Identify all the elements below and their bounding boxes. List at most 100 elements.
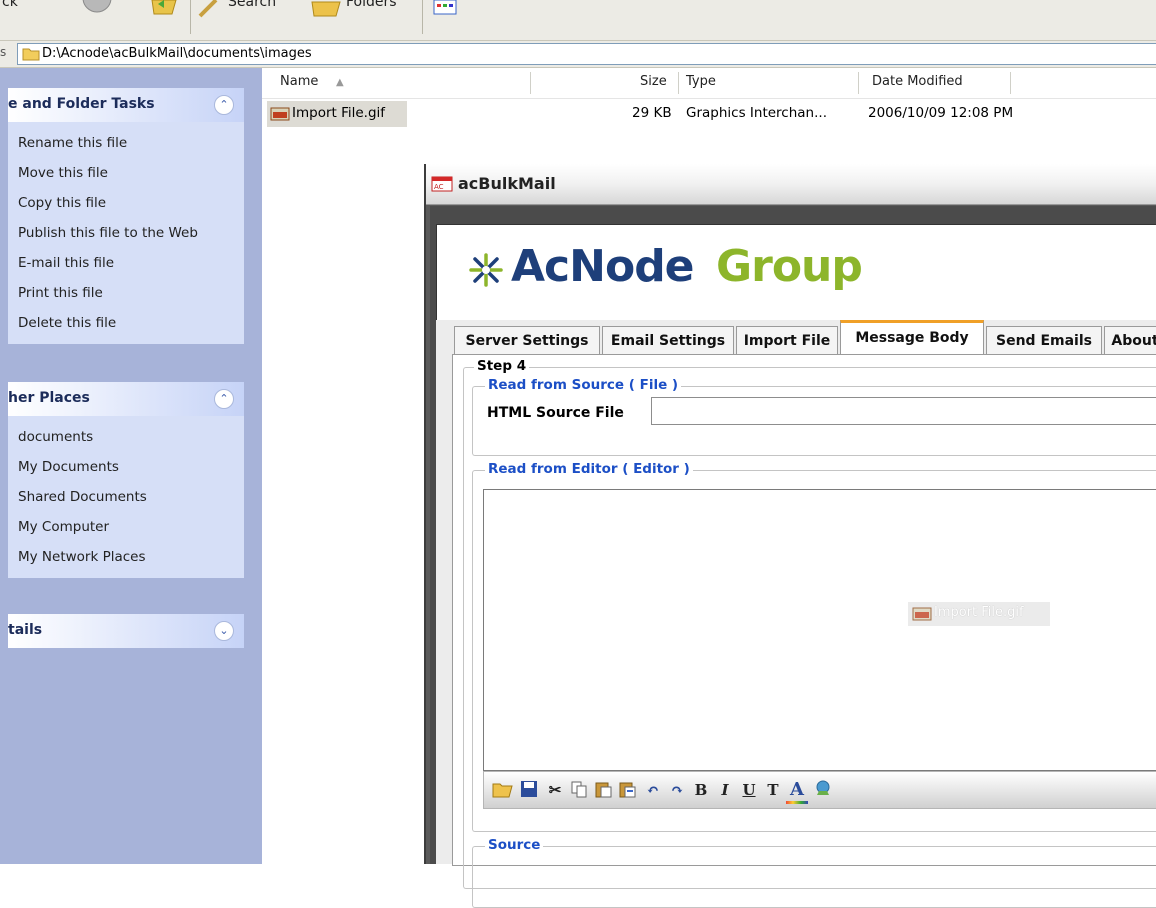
column-type[interactable]: Type	[686, 74, 716, 89]
copy-icon[interactable]	[568, 779, 590, 801]
column-separator[interactable]	[678, 72, 679, 94]
paste-icon[interactable]	[592, 779, 614, 801]
cut-icon[interactable]: ✂	[544, 779, 566, 801]
open-icon[interactable]	[492, 779, 514, 801]
redo-icon[interactable]: ↷	[666, 779, 688, 801]
file-folder-tasks-header[interactable]: e and Folder Tasks ⌃	[8, 88, 244, 122]
tab-email-settings[interactable]: Email Settings	[602, 326, 734, 355]
acnode-logo-icon	[469, 253, 503, 291]
file-name[interactable]: Import File.gif	[292, 105, 385, 121]
undo-icon[interactable]: ↶	[642, 779, 664, 801]
source-file-group: Read from Source ( File ) HTML Source Fi…	[472, 377, 1156, 456]
file-row[interactable]: Import File.gif 29 KB Graphics Interchan…	[262, 100, 1156, 130]
place-my-computer[interactable]: My Computer	[18, 512, 244, 542]
settings-form: Server Settings Email Settings Import Fi…	[436, 320, 1156, 908]
task-copy-file[interactable]: Copy this file	[18, 188, 244, 218]
window-title: acBulkMail	[458, 174, 556, 193]
task-print-file[interactable]: Print this file	[18, 278, 244, 308]
task-email-file[interactable]: E-mail this file	[18, 248, 244, 278]
app-icon: AC	[431, 176, 453, 196]
acbulkmail-window: AC acBulkMail AcNode Group Server Settin…	[424, 164, 1156, 908]
source-group: Source	[472, 837, 1156, 908]
panel-title: her Places	[8, 390, 90, 406]
task-pane: e and Folder Tasks ⌃ Rename this file Mo…	[0, 68, 262, 864]
logo-text-acnode: AcNode	[511, 241, 695, 292]
file-size: 29 KB	[632, 105, 672, 121]
file-date-modified: 2006/10/09 12:08 PM	[868, 105, 1014, 121]
search-button[interactable]: Search	[228, 0, 276, 10]
column-separator[interactable]	[858, 72, 859, 94]
tab-about[interactable]: About	[1104, 326, 1156, 355]
window-content: AcNode Group Server Settings Email Setti…	[430, 206, 1156, 908]
tab-send-emails[interactable]: Send Emails	[986, 326, 1102, 355]
dragged-file-ghost: Import File.gif	[908, 602, 1050, 626]
italic-button[interactable]: I	[714, 779, 736, 801]
gif-file-icon	[270, 107, 290, 125]
address-input[interactable]: D:\Acnode\acBulkMail\documents\images	[17, 43, 1156, 65]
column-size[interactable]: Size	[640, 74, 667, 89]
window-title-bar[interactable]: AC acBulkMail	[426, 164, 1156, 205]
html-source-input[interactable]	[651, 397, 1156, 425]
column-separator[interactable]	[530, 72, 531, 94]
html-editor-area[interactable]: Import File.gif	[483, 489, 1156, 771]
bold-button[interactable]: B	[690, 779, 712, 801]
insert-link-icon[interactable]	[812, 779, 834, 801]
details-header[interactable]: tails ⌄	[8, 614, 244, 648]
explorer-toolbar: ck Search Folders	[0, 0, 1156, 41]
html-source-label: HTML Source File	[487, 405, 624, 421]
place-documents[interactable]: documents	[18, 422, 244, 452]
logo-banner: AcNode Group	[436, 224, 1156, 322]
step-group: Step 4 Read from Source ( File ) HTML So…	[463, 358, 1156, 908]
task-rename-file[interactable]: Rename this file	[18, 128, 244, 158]
column-separator[interactable]	[1010, 72, 1011, 94]
font-color-button[interactable]: A	[786, 779, 808, 804]
column-date-modified[interactable]: Date Modified	[872, 74, 963, 89]
editor-legend: Read from Editor ( Editor )	[485, 461, 693, 477]
toolbar-separator	[190, 0, 191, 34]
paste-special-icon[interactable]	[616, 779, 638, 801]
editor-toolbar: ✂ ↶ ↷ B I U T A	[483, 771, 1156, 809]
views-icon[interactable]	[432, 0, 460, 20]
editor-group: Read from Editor ( Editor ) Import File.…	[472, 461, 1156, 832]
other-places-header[interactable]: her Places ⌃	[8, 382, 244, 416]
file-folder-tasks-panel: e and Folder Tasks ⌃ Rename this file Mo…	[8, 88, 244, 344]
step-legend: Step 4	[474, 358, 530, 374]
panel-title: tails	[8, 622, 43, 638]
underline-button[interactable]: U	[738, 779, 760, 801]
dragged-file-name: Import File.gif	[934, 605, 1024, 620]
logo-text-group: Group	[716, 241, 863, 292]
file-tasks-list: Rename this file Move this file Copy thi…	[8, 122, 244, 344]
tab-import-file[interactable]: Import File	[736, 326, 838, 355]
collapse-icon[interactable]: ⌃	[214, 95, 234, 115]
task-publish-file[interactable]: Publish this file to the Web	[18, 218, 244, 248]
folders-icon[interactable]	[310, 0, 344, 22]
folder-icon	[22, 47, 40, 65]
tab-server-settings[interactable]: Server Settings	[454, 326, 600, 355]
address-path: D:\Acnode\acBulkMail\documents\images	[42, 46, 312, 61]
sort-ascending-icon: ▲	[336, 77, 344, 88]
task-move-file[interactable]: Move this file	[18, 158, 244, 188]
folders-button[interactable]: Folders	[346, 0, 397, 10]
other-places-panel: her Places ⌃ documents My Documents Shar…	[8, 382, 244, 578]
text-style-button[interactable]: T	[762, 779, 784, 801]
collapse-icon[interactable]: ⌃	[214, 389, 234, 409]
tab-message-body[interactable]: Message Body	[840, 320, 984, 357]
gif-file-icon	[912, 607, 932, 625]
place-shared-documents[interactable]: Shared Documents	[18, 482, 244, 512]
place-my-network-places[interactable]: My Network Places	[18, 542, 244, 572]
panel-title: e and Folder Tasks	[8, 96, 155, 112]
file-type: Graphics Interchan...	[686, 105, 827, 121]
column-name[interactable]: Name	[280, 74, 318, 89]
address-label: s	[0, 45, 7, 59]
place-my-documents[interactable]: My Documents	[18, 452, 244, 482]
up-folder-icon[interactable]	[150, 0, 180, 20]
source-file-legend: Read from Source ( File )	[485, 377, 682, 393]
toolbar-back-label[interactable]: ck	[2, 0, 18, 10]
task-delete-file[interactable]: Delete this file	[18, 308, 244, 338]
address-bar: s D:\Acnode\acBulkMail\documents\images	[0, 41, 1156, 68]
search-icon[interactable]	[198, 0, 220, 22]
forward-icon[interactable]	[80, 0, 114, 18]
expand-icon[interactable]: ⌄	[214, 621, 234, 641]
file-list-header: Name ▲ Size Type Date Modified	[262, 68, 1156, 99]
save-icon[interactable]	[518, 779, 540, 801]
